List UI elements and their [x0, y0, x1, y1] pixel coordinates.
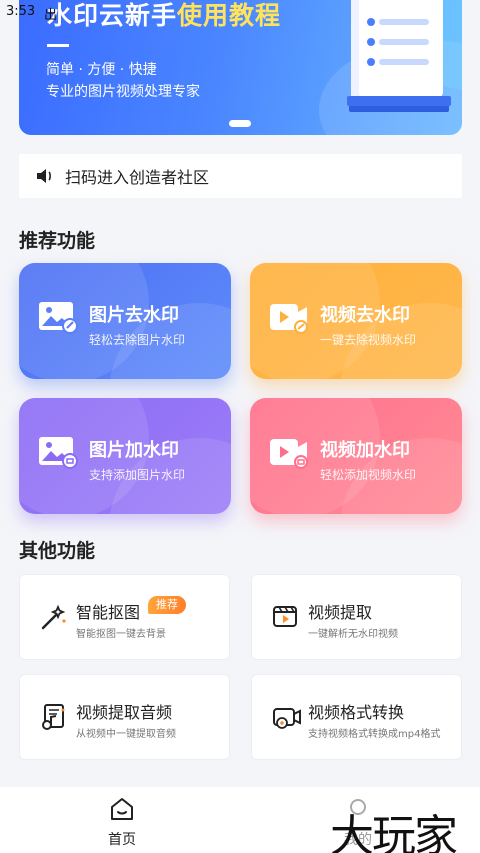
banner-divider: [47, 44, 69, 47]
feature-subtitle: 智能抠图一键去背景: [76, 629, 166, 640]
community-notice[interactable]: 扫码进入创造者社区: [19, 154, 462, 198]
feature-subtitle: 轻松添加视频水印: [320, 468, 417, 482]
banner-title: 水印云新手使用教程: [47, 0, 281, 32]
video-add-watermark-card[interactable]: 视频加水印 轻松添加视频水印: [250, 398, 462, 514]
feature-title: 视频提取音频: [76, 703, 173, 722]
feature-title: 视频加水印: [320, 440, 410, 461]
feature-subtitle: 轻松去除图片水印: [89, 333, 186, 347]
banner-title-prefix: 水印云新手: [47, 1, 178, 30]
document-illustration-icon: [347, 0, 451, 112]
video-add-icon: [270, 439, 308, 469]
video-format-convert-card[interactable]: 视频格式转换 支持视频格式转换成mp4格式: [251, 674, 462, 760]
recommend-badge: 推荐: [148, 596, 186, 614]
video-convert-icon: [273, 708, 301, 729]
feature-title: 视频提取: [308, 603, 373, 622]
image-add-watermark-card[interactable]: 图片加水印 支持添加图片水印: [19, 398, 231, 514]
feature-subtitle: 一键去除视频水印: [320, 333, 417, 347]
image-remove-icon: [39, 302, 78, 334]
smart-cutout-card[interactable]: 智能抠图 推荐 智能抠图一键去背景: [19, 574, 230, 660]
banner-description: 专业的图片视频处理专家: [46, 84, 200, 100]
tutorial-banner[interactable]: 水印云新手使用教程 简单 · 方便 · 快捷 专业的图片视频处理专家: [19, 0, 462, 135]
feature-title: 图片加水印: [89, 440, 179, 461]
image-add-icon: [39, 437, 78, 469]
speaker-icon: [35, 167, 55, 185]
feature-subtitle: 从视频中一键提取音频: [76, 729, 176, 740]
site-watermark: 大玩家: [330, 811, 458, 853]
magic-wand-icon: [41, 604, 66, 630]
notice-text: 扫码进入创造者社区: [65, 168, 210, 187]
nav-home-label: 首页: [108, 832, 136, 848]
home-icon: [111, 798, 133, 820]
feature-title: 图片去水印: [89, 305, 179, 326]
status-indicator: 出: [44, 8, 58, 23]
recommended-section-title: 推荐功能: [19, 230, 96, 252]
status-time: 3:53: [6, 4, 36, 19]
feature-title: 视频格式转换: [308, 703, 405, 722]
video-clip-icon: [273, 606, 297, 627]
feature-title: 智能抠图: [76, 603, 141, 622]
video-extract-card[interactable]: 视频提取 一键解析无水印视频: [251, 574, 462, 660]
banner-title-highlight: 使用教程: [177, 1, 282, 30]
nav-home[interactable]: 首页: [100, 795, 144, 849]
other-section-title: 其他功能: [19, 540, 96, 562]
video-remove-watermark-card[interactable]: 视频去水印 一键去除视频水印: [250, 263, 462, 379]
carousel-indicator[interactable]: [229, 120, 251, 127]
music-file-icon: [42, 704, 65, 730]
banner-subtitle: 简单 · 方便 · 快捷: [46, 62, 157, 78]
image-remove-watermark-card[interactable]: 图片去水印 轻松去除图片水印: [19, 263, 231, 379]
feature-subtitle: 支持添加图片水印: [89, 468, 186, 482]
feature-subtitle: 一键解析无水印视频: [308, 629, 398, 640]
feature-subtitle: 支持视频格式转换成mp4格式: [308, 729, 441, 740]
video-remove-icon: [270, 304, 308, 334]
feature-title: 视频去水印: [320, 305, 410, 326]
extract-audio-card[interactable]: 视频提取音频 从视频中一键提取音频: [19, 674, 230, 760]
